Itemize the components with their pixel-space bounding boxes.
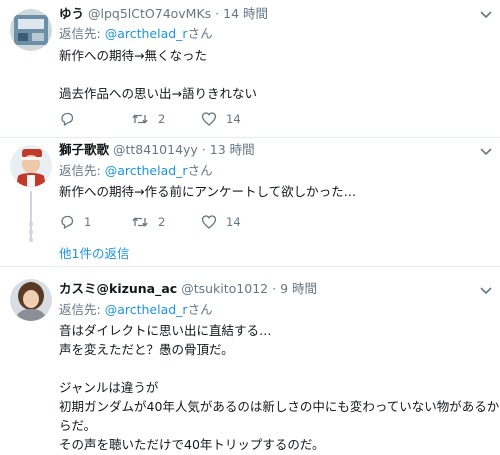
reply-handle-link[interactable]: @arcthelad_r [105, 302, 188, 317]
timestamp[interactable]: 14 時間 [223, 6, 268, 21]
retweet-count: 2 [158, 112, 166, 126]
tweet-text: 音はダイレクトに思い出に直結する… 声を変えただと？愚の骨頂だ。 ジャンルは違う… [59, 323, 500, 452]
chevron-down-icon[interactable] [480, 147, 492, 157]
display-name[interactable]: 獅子歌歌 [59, 142, 109, 157]
retweet-icon [132, 114, 148, 124]
reply-suffix: さん [187, 26, 213, 41]
retweet-button[interactable]: 2 [131, 213, 165, 231]
chevron-down-icon[interactable] [480, 286, 492, 296]
retweet-count: 2 [158, 215, 166, 229]
separator: · [215, 6, 220, 21]
reply-handle-link[interactable]: @arcthelad_r [105, 163, 188, 178]
separator: · [201, 142, 206, 157]
retweet-icon [132, 217, 148, 227]
display-name[interactable]: カスミ@kizuna_ac [59, 281, 177, 296]
reply-handle-link[interactable]: @arcthelad_r [105, 26, 188, 41]
like-button[interactable]: 14 [201, 110, 241, 128]
tweet-3[interactable]: カスミ@kizuna_ac @tsukito1012 · 9 時間 返信先: @… [0, 267, 500, 455]
avatar[interactable] [10, 9, 52, 51]
tweet-actions: 1 2 14 [59, 213, 359, 231]
like-count: 14 [226, 215, 241, 229]
reply-icon [61, 215, 74, 230]
display-name[interactable]: ゆう [59, 6, 84, 21]
user-handle[interactable]: @lpq5lCtO74ovMKs [88, 6, 211, 21]
tweet-2[interactable]: 獅子歌歌 @tt841014yy · 13 時間 返信先: @arcthelad… [0, 138, 500, 264]
tweet-text: 新作への期待→作る前にアンケートして欲しかった… [59, 184, 357, 199]
tweet-header: カスミ@kizuna_ac @tsukito1012 · 9 時間 [59, 281, 317, 297]
like-count: 14 [226, 112, 241, 126]
reply-suffix: さん [187, 302, 213, 317]
reply-suffix: さん [187, 163, 213, 178]
tweet-header: 獅子歌歌 @tt841014yy · 13 時間 [59, 142, 255, 158]
reply-count: 1 [84, 215, 92, 229]
thread-dots [29, 222, 33, 246]
separator: · [272, 281, 277, 296]
timestamp[interactable]: 9 時間 [280, 281, 317, 296]
heart-icon [201, 112, 217, 126]
reply-prefix: 返信先: [59, 163, 105, 178]
tweet-actions: 2 14 [59, 110, 359, 128]
reply-icon [61, 112, 74, 127]
tweet-text: 新作への期待→無くなった 過去作品への思い出→語りきれない [59, 48, 257, 101]
reply-prefix: 返信先: [59, 26, 105, 41]
avatar[interactable] [10, 145, 52, 187]
reply-prefix: 返信先: [59, 302, 105, 317]
heart-icon [201, 215, 217, 229]
reply-context: 返信先: @arcthelad_rさん [59, 26, 213, 42]
like-button[interactable]: 14 [201, 213, 241, 231]
show-more-replies-link[interactable]: 他1件の返信 [59, 243, 129, 262]
chevron-down-icon[interactable] [480, 10, 492, 20]
reply-button[interactable] [59, 110, 84, 128]
reply-context: 返信先: @arcthelad_rさん [59, 163, 213, 179]
retweet-button[interactable]: 2 [131, 110, 165, 128]
user-handle[interactable]: @tt841014yy [113, 142, 198, 157]
user-handle[interactable]: @tsukito1012 [181, 281, 268, 296]
tweet-1[interactable]: ゆう @lpq5lCtO74ovMKs · 14 時間 返信先: @arcthe… [0, 0, 500, 137]
reply-context: 返信先: @arcthelad_rさん [59, 302, 213, 318]
avatar[interactable] [10, 279, 52, 321]
timestamp[interactable]: 13 時間 [210, 142, 255, 157]
reply-button[interactable]: 1 [59, 213, 91, 231]
tweet-header: ゆう @lpq5lCtO74ovMKs · 14 時間 [59, 6, 268, 22]
